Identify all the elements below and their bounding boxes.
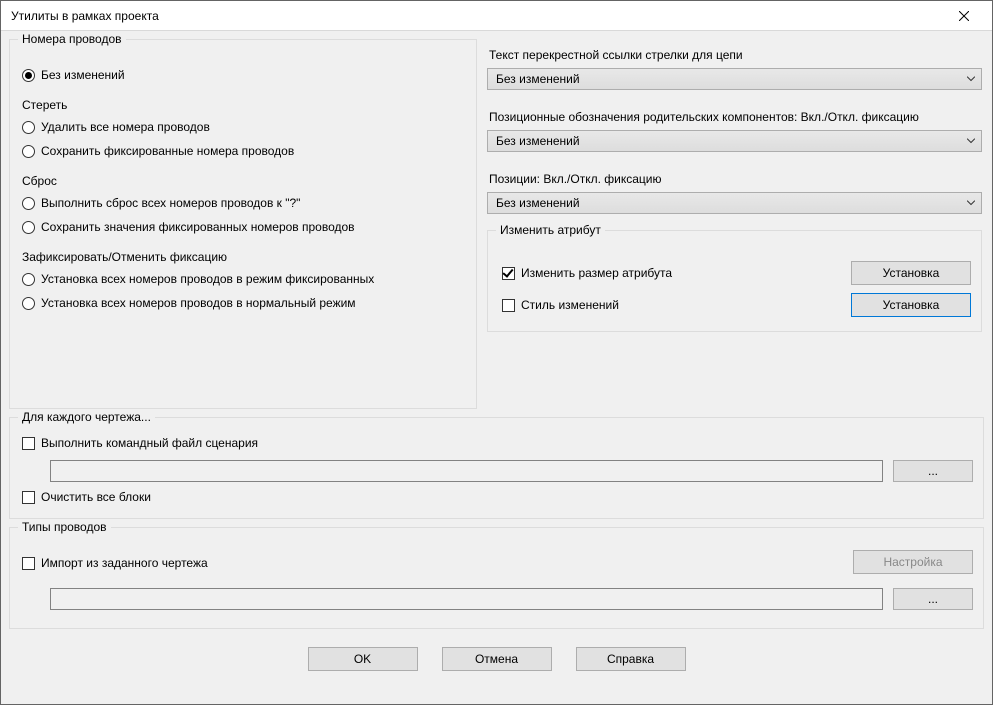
attr-style-row: Стиль изменений Установка bbox=[502, 293, 971, 317]
run-script-check[interactable]: Выполнить командный файл сценария bbox=[22, 436, 973, 450]
parent-combo[interactable]: Без изменений bbox=[487, 130, 982, 152]
dialog-buttons: OK Отмена Справка bbox=[9, 637, 984, 671]
radio-icon bbox=[22, 221, 35, 234]
erase-label: Стереть bbox=[22, 98, 466, 112]
style-change-check[interactable]: Стиль изменений bbox=[502, 298, 851, 312]
checkbox-icon bbox=[22, 491, 35, 504]
checkbox-icon bbox=[22, 437, 35, 450]
ok-button[interactable]: OK bbox=[308, 647, 418, 671]
dialog-body: Номера проводов Без изменений Стереть Уд… bbox=[1, 31, 992, 704]
checkbox-icon bbox=[502, 267, 515, 280]
close-icon bbox=[959, 11, 969, 21]
positions-label: Позиции: Вкл./Откл. фиксацию bbox=[489, 172, 982, 186]
checkbox-icon bbox=[502, 299, 515, 312]
import-browse-button[interactable]: ... bbox=[893, 588, 973, 610]
radio-icon bbox=[22, 197, 35, 210]
import-from-drawing-check[interactable]: Импорт из заданного чертежа bbox=[22, 556, 853, 570]
change-attribute-legend: Изменить атрибут bbox=[496, 223, 605, 237]
combo-value: Без изменений bbox=[496, 72, 580, 86]
radio-label: Выполнить сброс всех номеров проводов к … bbox=[41, 196, 300, 210]
purge-blocks-check[interactable]: Очистить все блоки bbox=[22, 490, 973, 504]
check-label: Выполнить командный файл сценария bbox=[41, 436, 258, 450]
attr-resize-row: Изменить размер атрибута Установка bbox=[502, 261, 971, 285]
positions-combo[interactable]: Без изменений bbox=[487, 192, 982, 214]
radio-icon bbox=[22, 69, 35, 82]
chevron-down-icon bbox=[967, 139, 975, 144]
right-column: Текст перекрестной ссылки стрелки для це… bbox=[487, 39, 984, 417]
check-label: Изменить размер атрибута bbox=[521, 266, 672, 280]
cancel-button[interactable]: Отмена bbox=[442, 647, 552, 671]
script-path-row: ... bbox=[50, 460, 973, 482]
resize-attribute-check[interactable]: Изменить размер атрибута bbox=[502, 266, 851, 280]
radio-label: Установка всех номеров проводов в режим … bbox=[41, 272, 374, 286]
foreach-drawing-group: Для каждого чертежа... Выполнить командн… bbox=[9, 417, 984, 519]
radio-reset-all[interactable]: Выполнить сброс всех номеров проводов к … bbox=[22, 196, 466, 210]
radio-label: Без изменений bbox=[41, 68, 125, 82]
import-row: Импорт из заданного чертежа Настройка bbox=[20, 550, 973, 574]
radio-icon bbox=[22, 297, 35, 310]
wire-types-legend: Типы проводов bbox=[18, 520, 111, 534]
checkbox-icon bbox=[22, 557, 35, 570]
radio-label: Сохранить значения фиксированных номеров… bbox=[41, 220, 355, 234]
parent-label: Позиционные обозначения родительских ком… bbox=[489, 110, 982, 124]
import-path-row: ... bbox=[50, 588, 973, 610]
xref-label: Текст перекрестной ссылки стрелки для це… bbox=[489, 48, 982, 62]
chevron-down-icon bbox=[967, 201, 975, 206]
check-label: Очистить все блоки bbox=[41, 490, 151, 504]
radio-no-change[interactable]: Без изменений bbox=[22, 68, 466, 82]
script-browse-button[interactable]: ... bbox=[893, 460, 973, 482]
top-row: Номера проводов Без изменений Стереть Уд… bbox=[9, 39, 984, 417]
xref-combo[interactable]: Без изменений bbox=[487, 68, 982, 90]
wiretypes-setup-button: Настройка bbox=[853, 550, 973, 574]
check-label: Стиль изменений bbox=[521, 298, 619, 312]
radio-erase-all[interactable]: Удалить все номера проводов bbox=[22, 120, 466, 134]
import-path-input[interactable] bbox=[50, 588, 883, 610]
reset-label: Сброс bbox=[22, 174, 466, 188]
help-button[interactable]: Справка bbox=[576, 647, 686, 671]
radio-set-all-normal[interactable]: Установка всех номеров проводов в нормал… bbox=[22, 296, 466, 310]
combo-value: Без изменений bbox=[496, 134, 580, 148]
script-path-input[interactable] bbox=[50, 460, 883, 482]
close-button[interactable] bbox=[944, 2, 984, 30]
left-column: Номера проводов Без изменений Стереть Уд… bbox=[9, 39, 477, 417]
radio-icon bbox=[22, 121, 35, 134]
radio-set-all-fixed[interactable]: Установка всех номеров проводов в режим … bbox=[22, 272, 466, 286]
radio-keep-fixed-values[interactable]: Сохранить значения фиксированных номеров… bbox=[22, 220, 466, 234]
foreach-legend: Для каждого чертежа... bbox=[18, 410, 155, 424]
radio-label: Сохранить фиксированные номера проводов bbox=[41, 144, 294, 158]
fix-label: Зафиксировать/Отменить фиксацию bbox=[22, 250, 466, 264]
resize-setup-button[interactable]: Установка bbox=[851, 261, 971, 285]
wire-numbers-group: Номера проводов Без изменений Стереть Уд… bbox=[9, 39, 477, 409]
radio-keep-fixed[interactable]: Сохранить фиксированные номера проводов bbox=[22, 144, 466, 158]
check-label: Импорт из заданного чертежа bbox=[41, 556, 208, 570]
wire-types-group: Типы проводов Импорт из заданного чертеж… bbox=[9, 527, 984, 629]
wire-numbers-legend: Номера проводов bbox=[18, 32, 126, 46]
window-title: Утилиты в рамках проекта bbox=[11, 9, 159, 23]
radio-icon bbox=[22, 273, 35, 286]
combo-value: Без изменений bbox=[496, 196, 580, 210]
style-setup-button[interactable]: Установка bbox=[851, 293, 971, 317]
chevron-down-icon bbox=[967, 77, 975, 82]
titlebar: Утилиты в рамках проекта bbox=[1, 1, 992, 31]
radio-label: Установка всех номеров проводов в нормал… bbox=[41, 296, 356, 310]
change-attribute-group: Изменить атрибут Изменить размер атрибут… bbox=[487, 230, 982, 332]
radio-icon bbox=[22, 145, 35, 158]
dialog-window: Утилиты в рамках проекта Номера проводов… bbox=[0, 0, 993, 705]
radio-label: Удалить все номера проводов bbox=[41, 120, 210, 134]
